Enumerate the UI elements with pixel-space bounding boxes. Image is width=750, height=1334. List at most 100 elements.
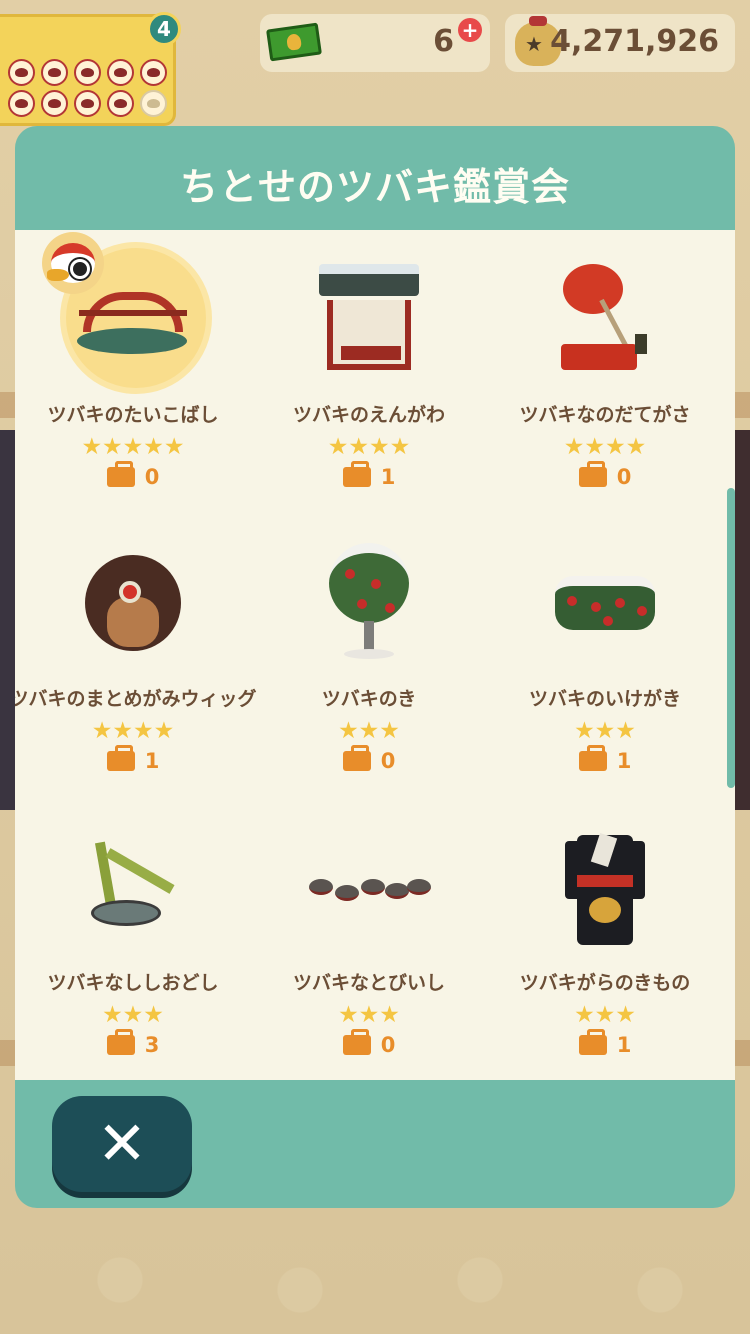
shishi-odoshi-art (83, 841, 183, 932)
briefcase-icon (578, 461, 607, 487)
item-image (530, 528, 680, 678)
item-image (530, 812, 680, 962)
item-stars: ★★★ (574, 718, 636, 744)
briefcase-icon (578, 745, 607, 771)
item-grid: ツバキのたいこばし ★★★★★ 0 ツバキのえんがわ ★★★★ 1 ツバキなのだ… (15, 232, 727, 1090)
item-owned: 0 (578, 461, 632, 489)
item-image (58, 812, 208, 962)
briefcase-icon (106, 461, 135, 487)
stamp (41, 59, 68, 86)
briefcase-icon (342, 745, 371, 771)
drum-bridge-art (73, 284, 193, 354)
npc-badge (42, 232, 104, 294)
item-owned: 1 (106, 745, 160, 773)
stamp-grid (8, 59, 170, 117)
bells-counter: 4,271,926 (505, 14, 735, 72)
item-card[interactable]: ツバキなししおどし ★★★ 3 (15, 806, 251, 1090)
item-stars: ★★★★★ (81, 434, 185, 460)
wig-art (85, 555, 181, 651)
item-card[interactable]: ツバキのまとめがみウィッグ ★★★★ 1 (15, 522, 257, 806)
item-image (58, 528, 208, 678)
item-owned: 1 (342, 461, 396, 489)
stamp (8, 90, 35, 117)
item-owned: 0 (106, 461, 160, 489)
hedge-art (555, 568, 655, 638)
item-stars: ★★★★ (327, 434, 411, 460)
item-card[interactable]: ツバキのいけがき ★★★ 1 (487, 522, 723, 806)
item-name: ツバキがらのきもの (519, 972, 691, 994)
item-name: ツバキのき (321, 688, 417, 710)
bells-count: 4,271,926 (550, 24, 719, 59)
item-image (294, 528, 444, 678)
item-name: ツバキのまとめがみウィッグ (15, 688, 257, 710)
stamp-count-badge: 4 (147, 12, 181, 46)
stepping-stones-art (309, 867, 431, 907)
owned-count: 1 (616, 749, 632, 773)
item-image (294, 812, 444, 962)
item-owned: 0 (342, 745, 396, 773)
item-owned: 3 (106, 1029, 160, 1057)
parasol-art (555, 264, 655, 374)
penguin-villager-icon (47, 243, 95, 283)
briefcase-icon (106, 745, 135, 771)
item-owned: 0 (342, 1029, 396, 1057)
scrollbar[interactable] (727, 488, 735, 788)
item-card[interactable]: ツバキなとびいし ★★★ 0 (251, 806, 487, 1090)
item-stars: ★★★★ (91, 718, 175, 744)
item-name: ツバキなししおどし (47, 972, 219, 994)
item-stars: ★★★ (574, 1002, 636, 1028)
owned-count: 1 (144, 749, 160, 773)
leaf-ticket-counter[interactable]: 6 + (260, 14, 490, 72)
item-list-panel[interactable]: ツバキのたいこばし ★★★★★ 0 ツバキのえんがわ ★★★★ 1 ツバキなのだ… (15, 230, 735, 1080)
item-image (530, 244, 680, 394)
item-stars: ★★★ (338, 1002, 400, 1028)
close-button[interactable]: ✕ (52, 1096, 192, 1192)
item-stars: ★★★ (338, 718, 400, 744)
item-card[interactable]: ツバキのき ★★★ 0 (251, 522, 487, 806)
item-card[interactable]: ツバキなのだてがさ ★★★★ 0 (487, 238, 723, 522)
briefcase-icon (342, 461, 371, 487)
item-stars: ★★★ (102, 1002, 164, 1028)
stamp (8, 59, 35, 86)
owned-count: 0 (380, 1033, 396, 1057)
stamp-empty (140, 90, 167, 117)
kimono-art (565, 827, 645, 947)
briefcase-icon (342, 1029, 371, 1055)
item-stars: ★★★★ (563, 434, 647, 460)
item-name: ツバキのいけがき (528, 688, 681, 710)
item-card[interactable]: ツバキがらのきもの ★★★ 1 (487, 806, 723, 1090)
owned-count: 0 (380, 749, 396, 773)
item-image (42, 232, 208, 394)
item-owned: 1 (578, 1029, 632, 1057)
stamp (74, 90, 101, 117)
leaf-ticket-icon (266, 22, 322, 62)
item-card[interactable]: ツバキのたいこばし ★★★★★ 0 (15, 232, 251, 522)
item-card[interactable]: ツバキのえんがわ ★★★★ 1 (251, 238, 487, 522)
leaf-ticket-count: 6 (433, 24, 454, 59)
stamp (107, 59, 134, 86)
item-image (294, 244, 444, 394)
veranda-art (319, 264, 419, 374)
item-name: ツバキのたいこばし (47, 404, 219, 426)
item-name: ツバキなのだてがさ (519, 404, 691, 426)
modal-title: ちとせのツバキ鑑賞会 (179, 165, 570, 209)
item-name: ツバキのえんがわ (292, 404, 445, 426)
plus-icon[interactable]: + (458, 18, 482, 42)
item-owned: 1 (578, 745, 632, 773)
item-name: ツバキなとびいし (292, 972, 445, 994)
event-items-modal: ちとせのツバキ鑑賞会 ツバキのたいこばし ★★★★★ 0 ツバキのえんがわ ★★… (15, 126, 735, 1208)
stamp (140, 59, 167, 86)
stamp (107, 90, 134, 117)
briefcase-icon (578, 1029, 607, 1055)
briefcase-icon (106, 1029, 135, 1055)
owned-count: 3 (144, 1033, 160, 1057)
stamp (74, 59, 101, 86)
owned-count: 1 (616, 1033, 632, 1057)
stamp (41, 90, 68, 117)
close-icon: ✕ (96, 1109, 148, 1179)
background-left-panel (0, 430, 16, 810)
owned-count: 0 (616, 465, 632, 489)
owned-count: 0 (144, 465, 160, 489)
owned-count: 1 (380, 465, 396, 489)
background-right-panel (734, 430, 750, 810)
